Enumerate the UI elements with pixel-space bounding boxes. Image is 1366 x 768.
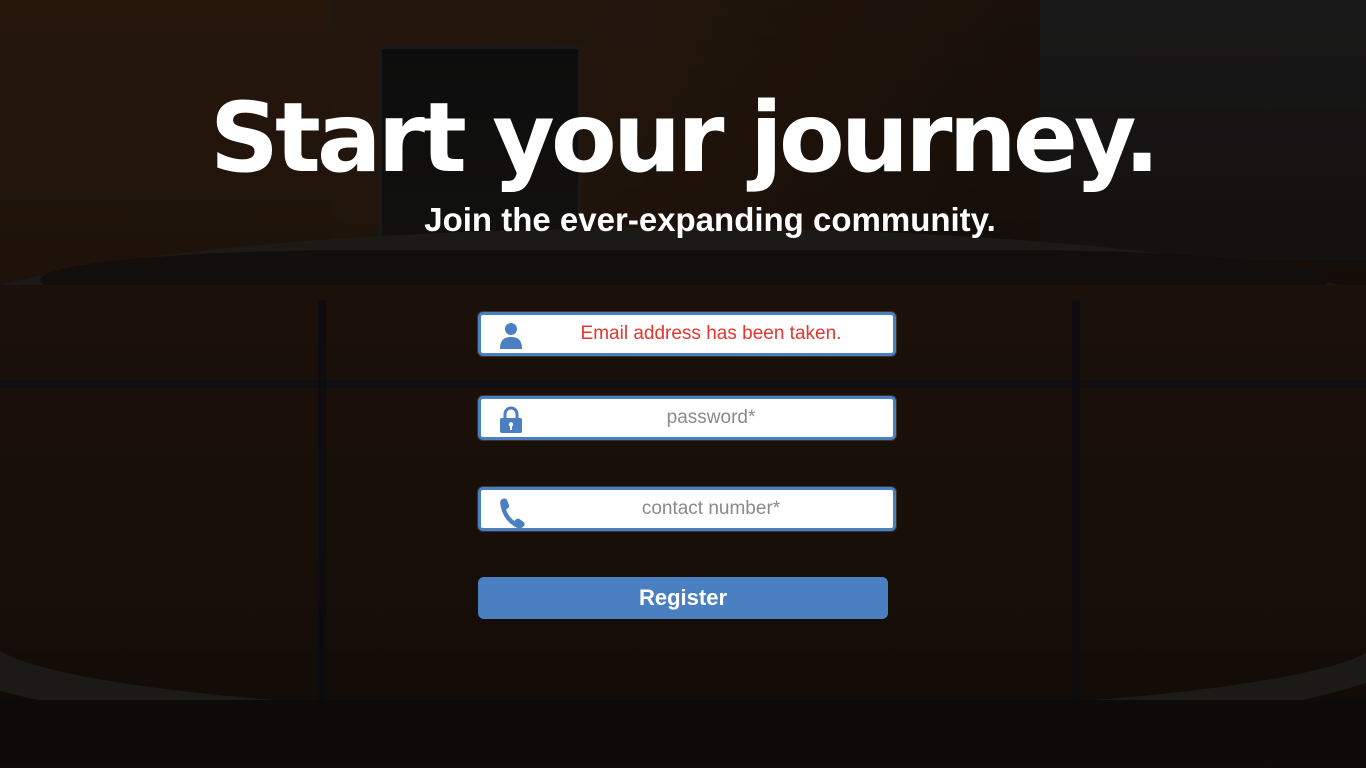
phone-icon <box>497 496 527 529</box>
lock-icon <box>497 405 527 435</box>
email-field[interactable] <box>478 312 896 356</box>
register-page: Start your journey. Join the ever-expand… <box>0 0 1366 768</box>
password-input[interactable] <box>531 399 891 437</box>
contact-number-input[interactable] <box>531 490 891 528</box>
email-input[interactable] <box>531 315 891 353</box>
register-button[interactable]: Register <box>478 577 888 619</box>
user-icon <box>497 321 527 351</box>
hero-title: Start your journey. <box>209 82 1160 194</box>
contact-number-field[interactable] <box>478 487 896 531</box>
password-field[interactable] <box>478 396 896 440</box>
hero-subtitle: Join the ever-expanding community. <box>424 201 996 238</box>
